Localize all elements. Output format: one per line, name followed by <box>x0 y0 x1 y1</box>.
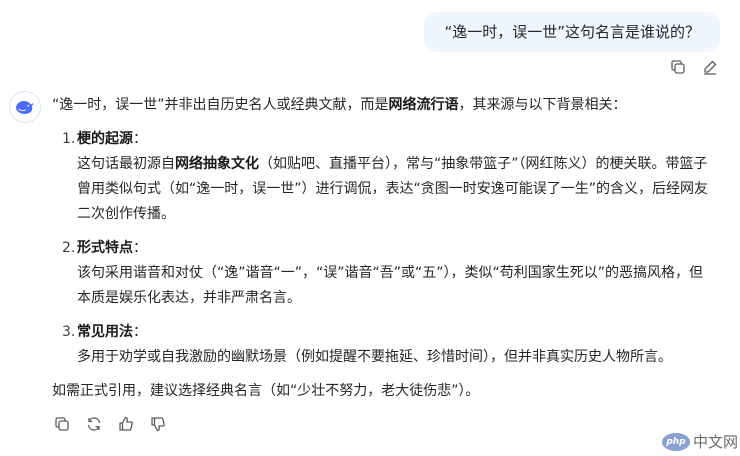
body-text: 这句话最初源自 <box>77 156 175 172</box>
list-number: 2. <box>62 240 76 256</box>
thumbs-up-icon <box>119 416 133 431</box>
copy-icon <box>671 60 685 74</box>
regenerate-button[interactable] <box>84 414 104 434</box>
assistant-message-actions <box>52 414 168 434</box>
watermark-text: 中文网 <box>692 433 738 451</box>
copy-message-button[interactable] <box>668 57 688 77</box>
list-item: 2. 形式特点： 该句采用谐音和对仗（“逸”谐音“一”，“误”谐音“吾”或“五”… <box>52 236 722 311</box>
thumbs-down-icon <box>151 417 165 432</box>
list-item-heading: 常见用法： <box>77 320 722 345</box>
user-message-bubble: “逸一时，误一世”这句名言是谁说的？ <box>424 12 720 52</box>
edit-message-button[interactable] <box>700 57 720 77</box>
list-item-colon: ： <box>133 131 147 147</box>
answer-intro: “逸一时，误一世”并非出自历史名人或经典文献，而是网络流行语，其来源与以下背景相… <box>52 93 722 118</box>
list-item-heading: 形式特点： <box>77 236 722 261</box>
list-item-body: 多用于劝学或自我激励的幽默场景（例如提醒不要拖延、珍惜时间），但并非真实历史人物… <box>77 349 672 365</box>
refresh-icon <box>87 417 101 431</box>
intro-text-end: ，其来源与以下背景相关： <box>458 97 627 113</box>
edit-icon <box>704 60 717 75</box>
php-logo: php <box>661 432 690 451</box>
answer-closing: 如需正式引用，建议选择经典名言（如“少壮不努力，老大徒伤悲”）。 <box>52 383 480 399</box>
list-item-colon: ： <box>133 324 147 340</box>
dislike-button[interactable] <box>148 414 168 434</box>
list-item-body: 该句采用谐音和对仗（“逸”谐音“一”，“误”谐音“吾”或“五”），类似“苟利国家… <box>77 265 704 306</box>
list-item-title: 常见用法 <box>77 324 133 340</box>
body-bold: 网络抽象文化 <box>175 156 259 172</box>
list-item: 3. 常见用法： 多用于劝学或自我激励的幽默场景（例如提醒不要拖延、珍惜时间），… <box>52 320 722 370</box>
list-item: 1. 梗的起源： 这句话最初源自网络抽象文化（如贴吧、直播平台），常与“抽象带篮… <box>52 127 722 227</box>
list-item-body: 这句话最初源自网络抽象文化（如贴吧、直播平台），常与“抽象带篮子”（网红陈义）的… <box>77 152 722 227</box>
list-number: 1. <box>62 131 76 147</box>
whale-logo-icon <box>16 101 34 114</box>
assistant-avatar <box>9 91 41 123</box>
copy-icon <box>55 417 69 431</box>
user-message-actions <box>668 57 720 77</box>
list-item-colon: ： <box>133 240 147 256</box>
user-message-text: “逸一时，误一世”这句名言是谁说的？ <box>444 23 700 41</box>
list-number: 3. <box>62 324 76 340</box>
like-button[interactable] <box>116 414 136 434</box>
list-item-title: 形式特点 <box>77 240 133 256</box>
site-watermark: php 中文网 <box>661 431 738 452</box>
intro-text: “逸一时，误一世”并非出自历史名人或经典文献，而是 <box>52 97 389 113</box>
intro-bold: 网络流行语 <box>388 97 459 113</box>
copy-answer-button[interactable] <box>52 414 72 434</box>
list-item-title: 梗的起源 <box>77 131 133 147</box>
list-item-heading: 梗的起源： <box>77 127 722 152</box>
assistant-answer: “逸一时，误一世”并非出自历史名人或经典文献，而是网络流行语，其来源与以下背景相… <box>52 93 722 404</box>
answer-list: 1. 梗的起源： 这句话最初源自网络抽象文化（如贴吧、直播平台），常与“抽象带篮… <box>52 127 722 370</box>
